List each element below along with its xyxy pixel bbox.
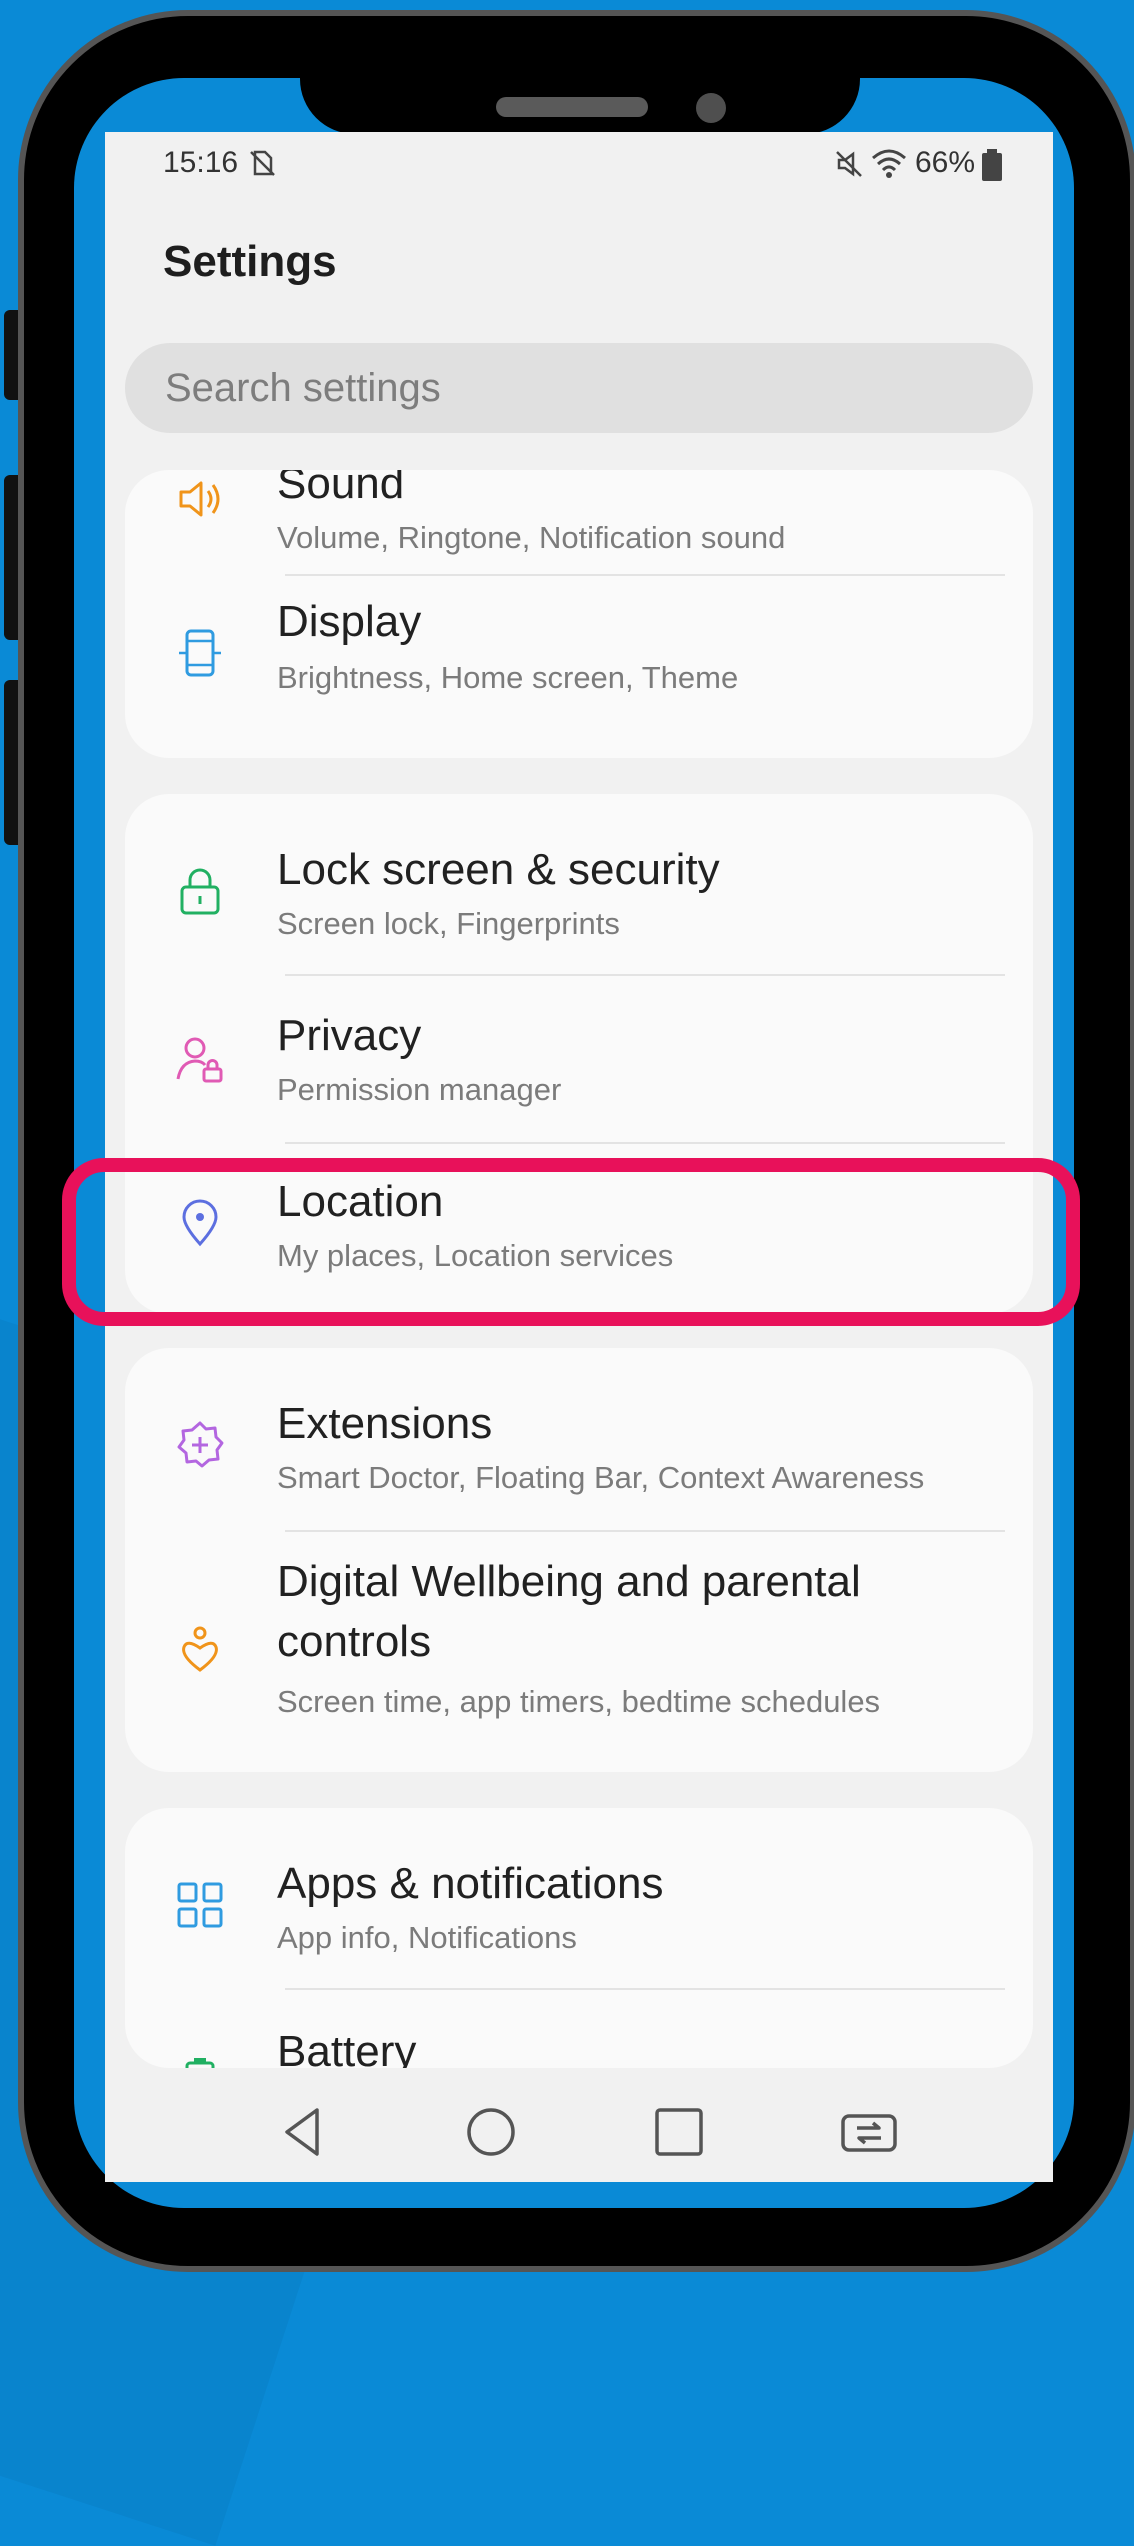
- privacy-icon: [176, 1037, 223, 1083]
- search-placeholder: Search settings: [165, 366, 441, 410]
- wellbeing-icon: [182, 1626, 218, 1672]
- screen: 15:16 66% Settings Search settings Sound…: [105, 132, 1053, 2182]
- settings-item-battery[interactable]: Battery: [125, 1990, 1033, 2068]
- wifi-icon: [872, 149, 906, 178]
- location-highlight-box: [62, 1158, 1080, 1326]
- status-time: 15:16: [163, 146, 239, 179]
- settings-item-label: Digital Wellbeing and parental controls: [277, 1557, 861, 1666]
- settings-item-privacy[interactable]: Privacy Permission manager: [125, 976, 1033, 1142]
- mute-icon: [836, 151, 862, 177]
- lock-icon: [180, 868, 220, 915]
- battery-status-icon: [982, 149, 1002, 181]
- no-sim-icon: [250, 150, 275, 176]
- settings-item-label: Sound: [277, 470, 405, 508]
- display-icon: [179, 629, 221, 677]
- settings-item-sound[interactable]: Sound Volume, Ringtone, Notification sou…: [125, 470, 1033, 574]
- settings-item-label: Battery: [277, 2027, 417, 2068]
- settings-group-sound-display: Sound Volume, Ringtone, Notification sou…: [125, 470, 1033, 758]
- earpiece-speaker: [496, 97, 648, 117]
- settings-item-extensions[interactable]: Extensions Smart Doctor, Floating Bar, C…: [125, 1348, 1033, 1528]
- settings-item-label: Lock screen & security: [277, 845, 720, 894]
- settings-item-subtitle: Permission manager: [277, 1072, 562, 1107]
- battery-percent: 66%: [915, 146, 976, 179]
- front-camera: [696, 93, 726, 123]
- settings-item-label: Privacy: [277, 1011, 422, 1060]
- switch-apps-icon[interactable]: [839, 2102, 899, 2162]
- settings-group-apps: Apps & notifications App info, Notificat…: [125, 1808, 1033, 2068]
- recents-icon[interactable]: [649, 2102, 709, 2162]
- settings-item-lock-screen[interactable]: Lock screen & security Screen lock, Fing…: [125, 794, 1033, 974]
- settings-item-subtitle: Brightness, Home screen, Theme: [277, 660, 739, 695]
- settings-item-label: Apps & notifications: [277, 1859, 664, 1908]
- battery-icon: [185, 2058, 215, 2068]
- settings-item-label: Extensions: [277, 1399, 493, 1448]
- settings-item-subtitle: Screen lock, Fingerprints: [277, 906, 620, 941]
- settings-item-subtitle: App info, Notifications: [277, 1920, 577, 1955]
- settings-item-subtitle: Smart Doctor, Floating Bar, Context Awar…: [277, 1460, 925, 1495]
- apps-grid-icon: [177, 1882, 223, 1928]
- settings-item-display[interactable]: Display Brightness, Home screen, Theme: [125, 576, 1033, 746]
- settings-item-apps-notifications[interactable]: Apps & notifications App info, Notificat…: [125, 1808, 1033, 1988]
- notch: [300, 44, 860, 134]
- page-title: Settings: [163, 237, 337, 286]
- speaker-icon: [179, 481, 220, 517]
- navigation-bar: [105, 2072, 1053, 2182]
- settings-item-label: Display: [277, 597, 422, 646]
- settings-item-subtitle: Volume, Ringtone, Notification sound: [277, 520, 786, 555]
- settings-item-digital-wellbeing[interactable]: Digital Wellbeing and parental controls …: [125, 1532, 1033, 1772]
- extensions-icon: [177, 1421, 224, 1468]
- home-icon[interactable]: [461, 2102, 521, 2162]
- search-input[interactable]: Search settings: [125, 343, 1033, 433]
- settings-item-subtitle: Screen time, app timers, bedtime schedul…: [277, 1684, 881, 1719]
- status-bar: 15:16 66%: [105, 132, 1053, 202]
- settings-group-extensions: Extensions Smart Doctor, Floating Bar, C…: [125, 1348, 1033, 1772]
- back-icon[interactable]: [273, 2102, 333, 2162]
